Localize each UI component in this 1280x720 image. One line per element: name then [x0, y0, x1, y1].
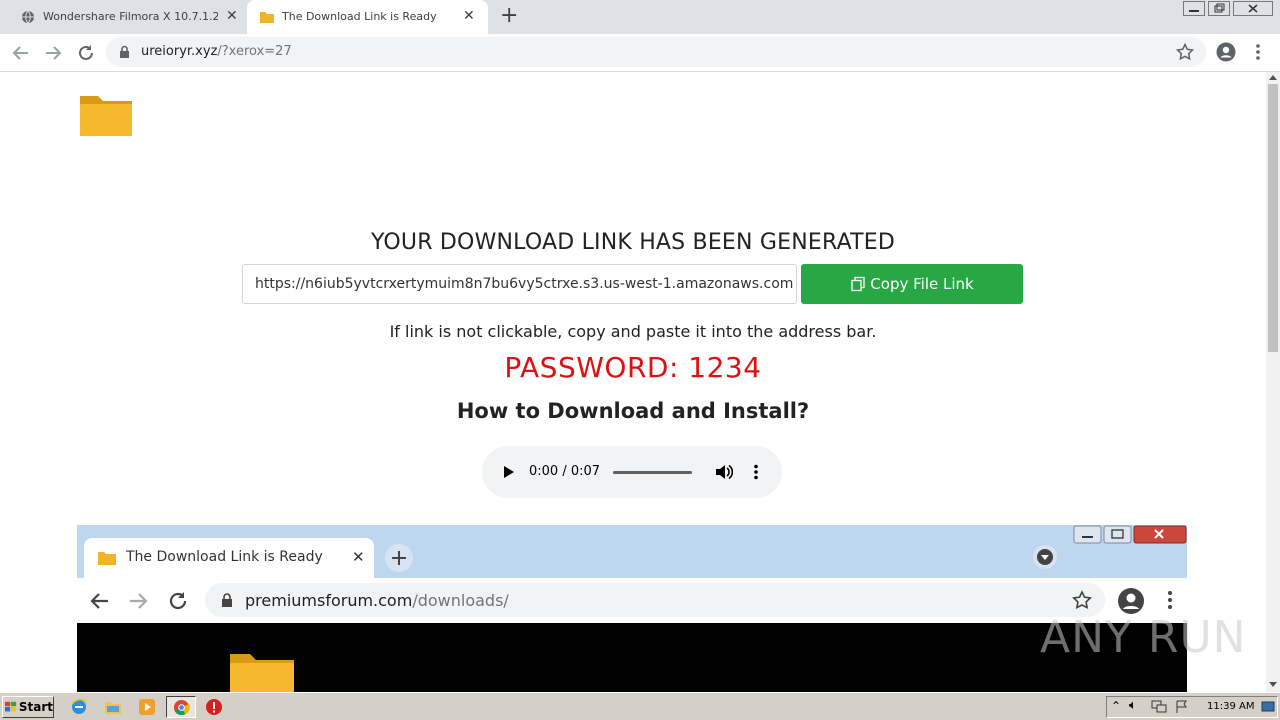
copy-icon — [851, 276, 865, 292]
reload-icon[interactable] — [76, 43, 96, 63]
kebab-menu-icon — [1168, 591, 1172, 609]
bookmark-star-icon — [1072, 590, 1092, 610]
scroll-down-icon[interactable] — [1269, 682, 1277, 688]
clock: 11:39 AM — [1207, 701, 1255, 712]
minimize-icon[interactable] — [1183, 1, 1205, 16]
download-link-input[interactable]: https://n6iub5yvtcrxertymuim8n7bu6vy5ctr… — [242, 264, 797, 304]
close-tab-icon[interactable]: ✕ — [463, 8, 475, 24]
window-controls-icon — [1073, 525, 1187, 544]
folder-icon — [98, 552, 116, 565]
media-player-icon[interactable] — [138, 698, 156, 716]
audio-time: 0:00 / 0:07 — [529, 464, 601, 479]
page-content: YOUR DOWNLOAD LINK HAS BEEN GENERATED ht… — [0, 72, 1266, 692]
close-tab-icon: ✕ — [352, 548, 365, 566]
instruction-note: If link is not clickable, copy and paste… — [389, 322, 877, 341]
embedded-url-path: /downloads/ — [412, 591, 509, 610]
instruction-screenshot-image: The Download Link is Ready ✕ premiumsfor… — [77, 525, 1187, 692]
chrome-icon — [173, 699, 190, 716]
howto-heading: How to Download and Install? — [456, 399, 810, 423]
ie-icon[interactable] — [70, 698, 88, 716]
audio-progress-slider[interactable] — [613, 471, 692, 474]
reload-icon — [169, 592, 187, 610]
browser-toolbar: ureioryr.xyz/?xerox=27 — [0, 34, 1280, 72]
back-arrow-icon — [90, 593, 108, 609]
page-heading: YOUR DOWNLOAD LINK HAS BEEN GENERATED — [370, 230, 896, 255]
network-tray-icon[interactable] — [1151, 700, 1167, 714]
scroll-up-icon[interactable] — [1269, 74, 1277, 80]
close-tab-icon[interactable]: ✕ — [226, 8, 238, 24]
tab-title: The Download Link is Ready — [282, 10, 437, 23]
new-tab-icon[interactable]: + — [500, 3, 518, 28]
url-text: ureioryr.xyz/?xerox=27 — [141, 44, 292, 59]
forward-arrow-icon — [130, 593, 148, 609]
volume-tray-icon[interactable]: 🔈︎ — [1129, 698, 1137, 713]
tray-expand-icon[interactable]: ⌃ — [1111, 699, 1121, 713]
address-bar[interactable]: ureioryr.xyz/?xerox=27 — [106, 37, 1206, 67]
embedded-url-text: premiumsforum.com/downloads/ — [245, 591, 509, 610]
audio-player[interactable]: 0:00 / 0:07 — [482, 446, 782, 498]
play-icon[interactable] — [503, 465, 515, 479]
system-tray: ⌃ 🔈︎ 11:39 AM — [1106, 696, 1278, 718]
copy-button-label: Copy File Link — [870, 275, 974, 293]
globe-icon — [22, 10, 34, 24]
explorer-folder-icon[interactable] — [104, 698, 122, 716]
folder-icon — [260, 12, 274, 23]
new-tab-icon — [385, 544, 413, 572]
tab-download-link[interactable]: The Download Link is Ready ✕ — [247, 0, 488, 34]
folder-logo-icon — [80, 96, 132, 136]
url-host: ureioryr.xyz — [141, 44, 218, 59]
anyrun-watermark: ANY RUN — [1040, 612, 1247, 663]
bookmark-star-icon[interactable] — [1176, 43, 1194, 61]
folder-icon — [230, 654, 294, 692]
stop-sign-icon[interactable] — [205, 698, 223, 716]
flag-tray-icon[interactable] — [1175, 700, 1189, 714]
back-arrow-icon[interactable] — [12, 44, 30, 62]
profile-icon[interactable] — [1216, 42, 1236, 62]
tab-search-icon — [1033, 545, 1057, 569]
kebab-menu-icon[interactable] — [1255, 43, 1261, 61]
restore-icon[interactable] — [1208, 1, 1230, 16]
start-button[interactable]: Start — [2, 696, 54, 718]
lock-icon — [222, 593, 232, 607]
url-path: /?xerox=27 — [217, 44, 292, 59]
forward-arrow-icon[interactable] — [44, 44, 62, 62]
embedded-toolbar: premiumsforum.com/downloads/ — [77, 578, 1187, 623]
copy-file-link-button[interactable]: Copy File Link — [801, 264, 1023, 304]
scrollbar-thumb[interactable] — [1268, 84, 1278, 352]
audio-menu-icon[interactable] — [753, 464, 759, 480]
tab-filmora[interactable]: Wondershare Filmora X 10.7.1.2 Cra ✕ — [10, 0, 246, 34]
embedded-window-controls — [1073, 525, 1187, 545]
volume-icon[interactable] — [715, 464, 733, 480]
show-desktop-icon[interactable] — [1261, 700, 1275, 714]
start-label: Start — [18, 700, 53, 714]
profile-icon — [1118, 588, 1144, 614]
embedded-url-host: premiumsforum.com — [245, 591, 413, 610]
taskbar: Start ⌃ 🔈︎ 11:39 AM — [0, 692, 1280, 720]
password-text: PASSWORD: 1234 — [504, 351, 762, 384]
embedded-tab: The Download Link is Ready ✕ — [84, 538, 374, 578]
lock-icon[interactable] — [119, 45, 130, 59]
close-window-icon[interactable] — [1233, 1, 1273, 16]
tab-title: Wondershare Filmora X 10.7.1.2 Cra — [43, 10, 218, 23]
embedded-address-bar: premiumsforum.com/downloads/ — [205, 583, 1105, 617]
embedded-tab-title: The Download Link is Ready — [126, 549, 323, 565]
chrome-taskbar-button[interactable] — [166, 696, 196, 718]
embedded-tab-bar: The Download Link is Ready ✕ — [77, 525, 1187, 578]
page-scrollbar[interactable] — [1266, 72, 1280, 692]
windows-logo-icon — [5, 701, 17, 712]
tab-strip: Wondershare Filmora X 10.7.1.2 Cra ✕ The… — [0, 0, 1280, 34]
